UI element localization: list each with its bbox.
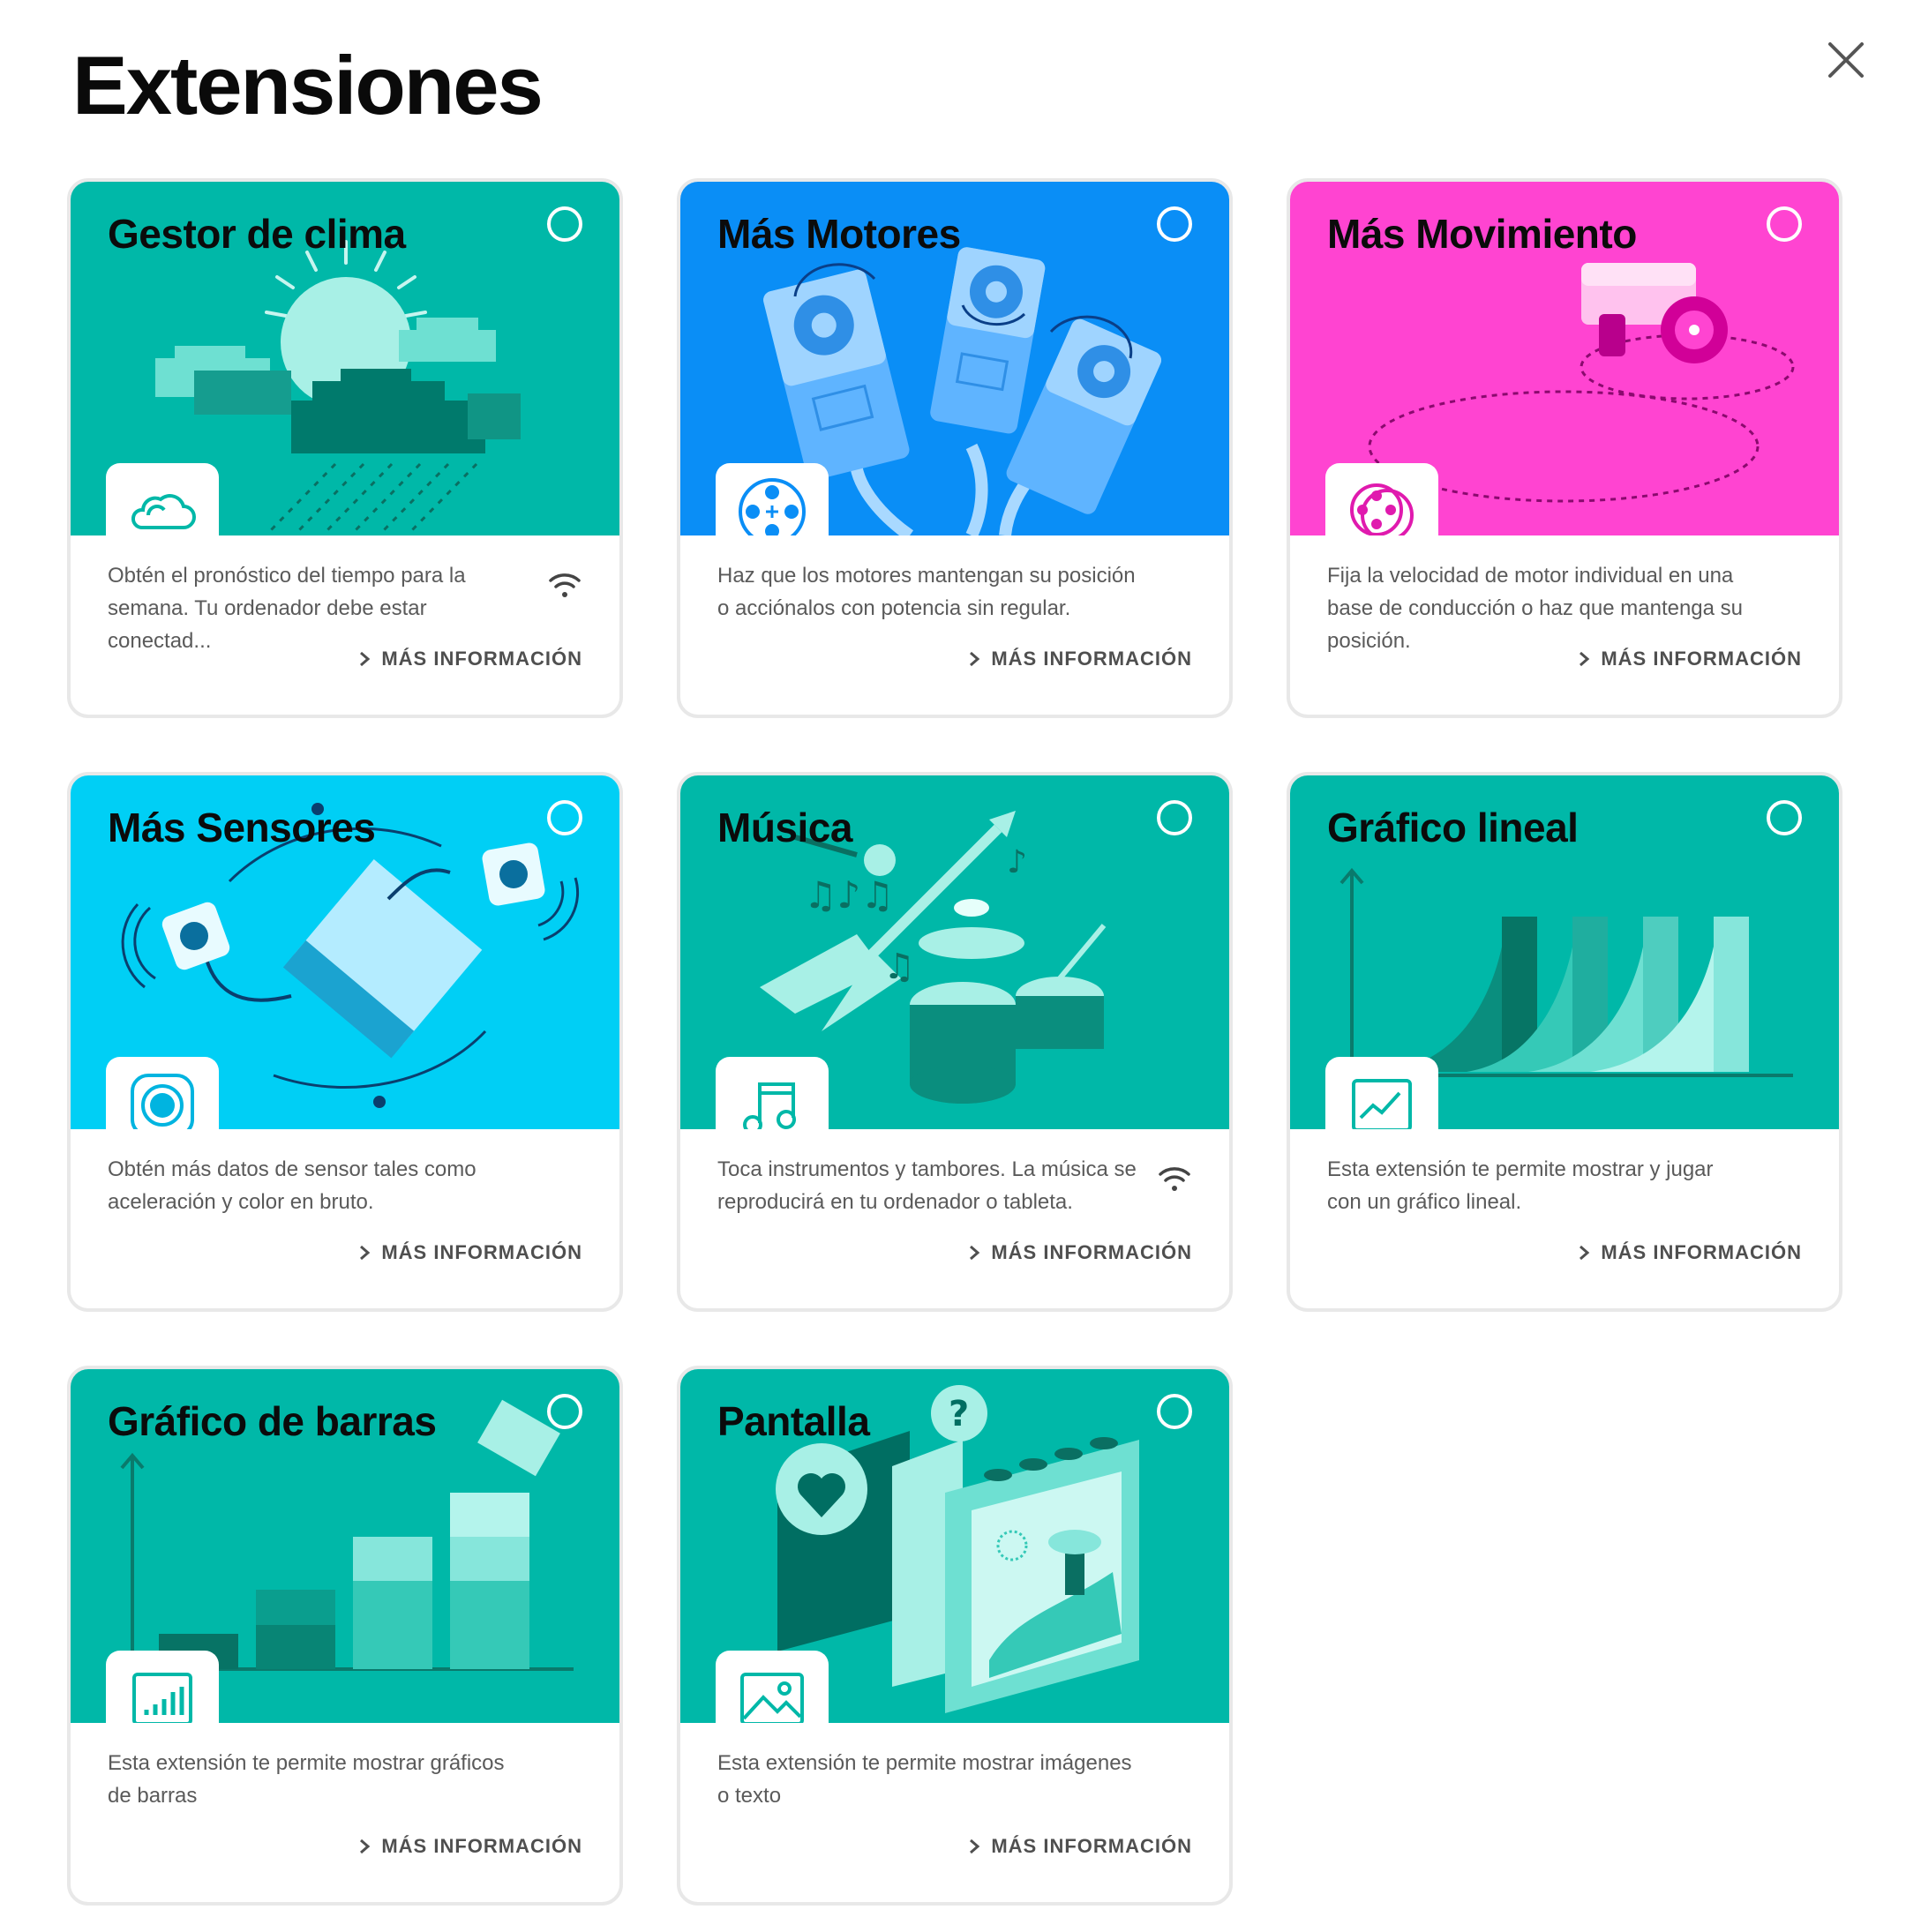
select-toggle[interactable]	[1157, 1394, 1192, 1429]
extension-card-more-motors[interactable]: Más Motores Haz que los motores mantenga…	[677, 178, 1233, 718]
select-toggle[interactable]	[1767, 206, 1802, 242]
card-title: Pantalla	[717, 1398, 870, 1444]
chevron-right-icon	[360, 1838, 371, 1854]
more-info-link[interactable]: MÁS INFORMACIÓN	[358, 1835, 582, 1858]
chevron-right-icon	[1580, 651, 1590, 667]
svg-text:♫: ♫	[883, 947, 915, 987]
card-description: Obtén más datos de sensor tales como ace…	[108, 1157, 476, 1214]
more-info-label: MÁS INFORMACIÓN	[991, 1835, 1192, 1857]
card-title: Más Motores	[717, 211, 961, 257]
more-info-label: MÁS INFORMACIÓN	[381, 648, 582, 670]
select-toggle[interactable]	[1157, 206, 1192, 242]
select-toggle[interactable]	[1157, 800, 1192, 835]
card-description: Haz que los motores mantengan su posició…	[717, 564, 1136, 620]
chevron-right-icon	[970, 1838, 980, 1854]
more-info-link[interactable]: MÁS INFORMACIÓN	[358, 1241, 582, 1264]
card-icon-tab	[716, 463, 829, 535]
more-info-label: MÁS INFORMACIÓN	[991, 648, 1192, 670]
card-icon-tab	[106, 463, 219, 535]
card-description: Obtén el pronóstico del tiempo para la s…	[108, 564, 466, 653]
select-toggle[interactable]	[547, 800, 582, 835]
more-info-link[interactable]: MÁS INFORMACIÓN	[968, 1835, 1192, 1858]
line-chart-icon	[1352, 1079, 1412, 1129]
card-icon-tab	[1325, 1057, 1438, 1129]
card-illustration-area: Más Movimiento	[1290, 182, 1839, 535]
more-info-label: MÁS INFORMACIÓN	[381, 1241, 582, 1263]
wifi-icon	[549, 573, 581, 597]
extension-card-display[interactable]: ? Pantalla Esta extensión te permite mos…	[677, 1366, 1233, 1906]
svg-text:♪: ♪	[1007, 844, 1027, 880]
card-illustration-area: ? Pantalla	[680, 1369, 1229, 1723]
svg-text:♫♪♫: ♫♪♫	[804, 873, 894, 917]
card-icon-tab	[716, 1057, 829, 1129]
extension-card-more-sensors[interactable]: Más Sensores Obtén más datos de sensor t…	[67, 772, 623, 1312]
card-description: Toca instrumentos y tambores. La música …	[717, 1157, 1137, 1214]
card-icon-tab	[716, 1651, 829, 1723]
card-title: Más Movimiento	[1327, 211, 1637, 257]
card-title: Gráfico de barras	[108, 1398, 437, 1444]
extension-card-bar-graph[interactable]: Gráfico de barras Esta extensión te perm…	[67, 1366, 623, 1906]
chevron-right-icon	[970, 1245, 980, 1261]
extension-card-weather[interactable]: Gestor de clima Obtén el pronóstico del …	[67, 178, 623, 718]
card-icon-tab	[1325, 463, 1438, 535]
music-note-icon	[743, 1082, 796, 1129]
more-info-label: MÁS INFORMACIÓN	[381, 1835, 582, 1857]
card-illustration-area: Gráfico lineal	[1290, 775, 1839, 1129]
wifi-icon	[1159, 1167, 1190, 1191]
more-info-link[interactable]: MÁS INFORMACIÓN	[1578, 1241, 1802, 1264]
chevron-right-icon	[360, 1245, 371, 1261]
more-info-label: MÁS INFORMACIÓN	[1601, 648, 1802, 670]
card-title: Gráfico lineal	[1327, 805, 1579, 850]
card-illustration-area: ♫♪♫ ♫ ♪ Música	[680, 775, 1229, 1129]
chevron-right-icon	[1580, 1245, 1590, 1261]
motor-pair-icon	[1350, 483, 1414, 535]
card-icon-tab	[106, 1651, 219, 1723]
more-info-link[interactable]: MÁS INFORMACIÓN	[1578, 648, 1802, 670]
chevron-right-icon	[970, 651, 980, 667]
cloud-icon	[131, 494, 196, 529]
select-toggle[interactable]	[1767, 800, 1802, 835]
card-illustration-area: Gestor de clima	[71, 182, 619, 535]
more-info-link[interactable]: MÁS INFORMACIÓN	[358, 648, 582, 670]
extension-card-more-movement[interactable]: Más Movimiento Fija la velocidad de moto…	[1287, 178, 1842, 718]
card-title: Más Sensores	[108, 805, 376, 850]
card-illustration-area: Más Motores	[680, 182, 1229, 535]
more-info-link[interactable]: MÁS INFORMACIÓN	[968, 648, 1192, 670]
card-description: Esta extensión te permite mostrar imágen…	[717, 1751, 1132, 1808]
card-title: Gestor de clima	[108, 211, 406, 257]
chevron-right-icon	[360, 651, 371, 667]
page-title: Extensiones	[72, 39, 544, 131]
card-title: Música	[717, 805, 852, 850]
more-info-link[interactable]: MÁS INFORMACIÓN	[968, 1241, 1192, 1264]
card-icon-tab	[106, 1057, 219, 1129]
sensor-icon	[131, 1074, 194, 1129]
close-icon[interactable]	[1816, 30, 1876, 90]
card-illustration-area: Gráfico de barras	[71, 1369, 619, 1723]
card-description: Fija la velocidad de motor individual en…	[1327, 564, 1744, 653]
select-toggle[interactable]	[547, 1394, 582, 1429]
bar-chart-icon	[132, 1673, 192, 1723]
motor-icon	[739, 478, 806, 535]
card-description: Esta extensión te permite mostrar gráfic…	[108, 1751, 505, 1808]
select-toggle[interactable]	[547, 206, 582, 242]
more-info-label: MÁS INFORMACIÓN	[1601, 1241, 1802, 1263]
card-illustration-area: Más Sensores	[71, 775, 619, 1129]
more-info-label: MÁS INFORMACIÓN	[991, 1241, 1192, 1263]
extension-card-music[interactable]: ♫♪♫ ♫ ♪ Música Toca instrumentos y tambore…	[677, 772, 1233, 1312]
card-description: Esta extensión te permite mostrar y juga…	[1327, 1157, 1714, 1214]
svg-text:?: ?	[949, 1394, 969, 1434]
image-icon	[740, 1673, 804, 1723]
extension-card-line-graph[interactable]: Gráfico lineal Esta extensión te permite…	[1287, 772, 1842, 1312]
